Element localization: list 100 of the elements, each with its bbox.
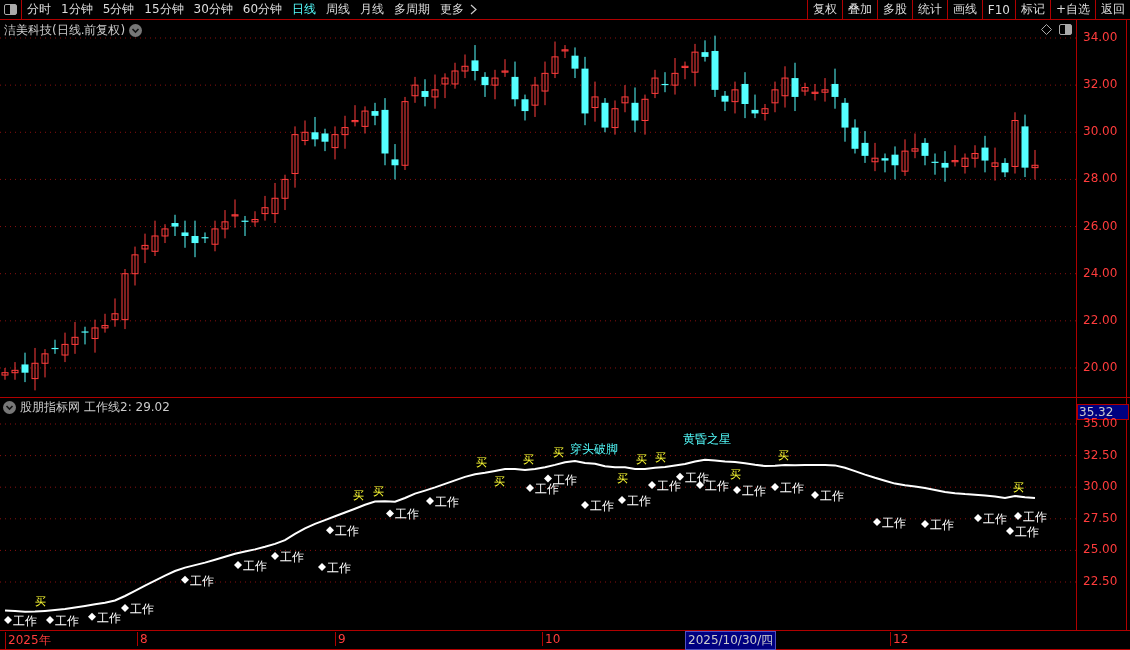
candlestick (571, 46, 579, 79)
candlestick (951, 144, 959, 167)
signal-label: 工作 (243, 559, 267, 574)
chevron-right-icon[interactable] (470, 4, 478, 15)
period-tab[interactable]: 日线 (287, 0, 322, 19)
candlestick (211, 220, 219, 252)
signal-label: 工作 (395, 507, 419, 522)
candlestick (471, 44, 479, 81)
panel-toggle-icon[interactable] (1059, 24, 1072, 35)
candlestick (291, 125, 299, 189)
date-label: 12 (890, 632, 909, 646)
toolbar-button[interactable]: F10 (981, 0, 1015, 19)
diamond-icon (271, 551, 279, 560)
diamond-icon (771, 483, 779, 491)
candlestick (621, 84, 629, 113)
toolbar-button[interactable]: 画线 (946, 0, 982, 19)
indicator-axis-label: 25.00 (1083, 542, 1118, 557)
candlestick (1031, 149, 1039, 180)
price-axis-label: 24.00 (1083, 265, 1118, 280)
candlestick (21, 352, 29, 383)
candlestick (941, 150, 949, 183)
candlestick (771, 81, 779, 113)
toolbar-button[interactable]: +自选 (1049, 0, 1095, 19)
date-label: 8 (137, 632, 148, 646)
signal-label: 工作 (327, 561, 351, 575)
candlestick (421, 78, 429, 107)
period-tab[interactable]: 月线 (355, 0, 390, 19)
indicator-axis-label: 22.50 (1083, 574, 1118, 588)
signal-label: 工作 (435, 495, 459, 509)
toolbar-button[interactable]: 统计 (911, 0, 947, 19)
candlestick (121, 268, 129, 330)
candlestick (881, 153, 889, 173)
buy-signal-label: 买 (493, 475, 505, 488)
toolbar-button[interactable]: 返回 (1095, 0, 1130, 19)
candlestick (551, 41, 559, 79)
candlestick (251, 210, 259, 228)
stock-title: 洁美科技(日线.前复权) (4, 22, 126, 39)
toolbar-button[interactable]: 复权 (806, 0, 842, 19)
diamond-icon (326, 526, 334, 535)
toolbar-button[interactable]: 标记 (1014, 0, 1050, 19)
candlestick (371, 102, 379, 126)
candlestick (581, 56, 589, 126)
date-label: 2025年 (5, 632, 51, 649)
diamond-icon (88, 612, 96, 621)
toolbar-button[interactable]: 多股 (876, 0, 912, 19)
period-tab[interactable]: 60分钟 (237, 0, 288, 19)
dropdown-icon[interactable] (3, 401, 16, 414)
candlestick (301, 120, 309, 146)
indicator-name: 股朋指标网 (20, 399, 80, 416)
candlestick (611, 99, 619, 136)
candlestick (231, 198, 239, 229)
candlestick (961, 153, 969, 175)
signal-label: 工作 (820, 489, 844, 503)
buy-signal-label: 买 (372, 485, 384, 499)
period-tab[interactable]: 30分钟 (188, 0, 238, 19)
diamond-icon (318, 563, 326, 571)
diamond-icon (921, 520, 929, 528)
candlestick (81, 326, 89, 345)
candlestick (531, 76, 539, 118)
candlestick (141, 233, 149, 264)
toolbar-button[interactable]: 叠加 (841, 0, 877, 19)
candlestick (1001, 157, 1009, 178)
candlestick (191, 220, 199, 258)
diamond-icon (4, 616, 12, 624)
period-tab[interactable]: 多周期 (389, 0, 436, 19)
signal-label: 工作 (55, 614, 79, 628)
more-button[interactable]: 更多 (435, 0, 470, 19)
candlestick (111, 297, 119, 328)
candlestick (271, 182, 279, 224)
candlestick (201, 231, 209, 244)
diamond-icon (581, 501, 589, 509)
signal-label: 工作 (190, 573, 214, 588)
buy-signal-label: 买 (1012, 480, 1024, 494)
candlestick (911, 132, 919, 159)
diamond-icon (811, 491, 819, 499)
candlestick (221, 209, 229, 239)
candlestick (651, 69, 659, 99)
candlestick (521, 94, 529, 121)
candlestick (561, 44, 569, 59)
period-tab[interactable]: 分时 (22, 0, 56, 19)
period-tab[interactable]: 周线 (321, 0, 356, 19)
period-tab[interactable]: 5分钟 (97, 0, 140, 19)
candlestick (701, 39, 709, 63)
candlestick (751, 94, 759, 119)
diamond-icon[interactable] (1041, 24, 1052, 35)
period-tab[interactable]: 15分钟 (139, 0, 189, 19)
dropdown-icon[interactable] (129, 24, 143, 37)
buy-signal-label: 买 (729, 468, 741, 481)
candlestick (541, 61, 549, 106)
indicator-axis-label: 32.50 (1083, 447, 1118, 462)
candlestick (741, 71, 749, 119)
signal-label: 工作 (930, 518, 954, 532)
period-tab[interactable]: 1分钟 (56, 0, 98, 19)
candlestick (731, 81, 739, 114)
diamond-icon (873, 518, 881, 526)
buy-signal-label: 买 (635, 452, 647, 466)
candlestick (391, 143, 399, 180)
candlestick (261, 195, 269, 222)
candlestick (821, 77, 829, 103)
diamond-icon (526, 484, 534, 492)
